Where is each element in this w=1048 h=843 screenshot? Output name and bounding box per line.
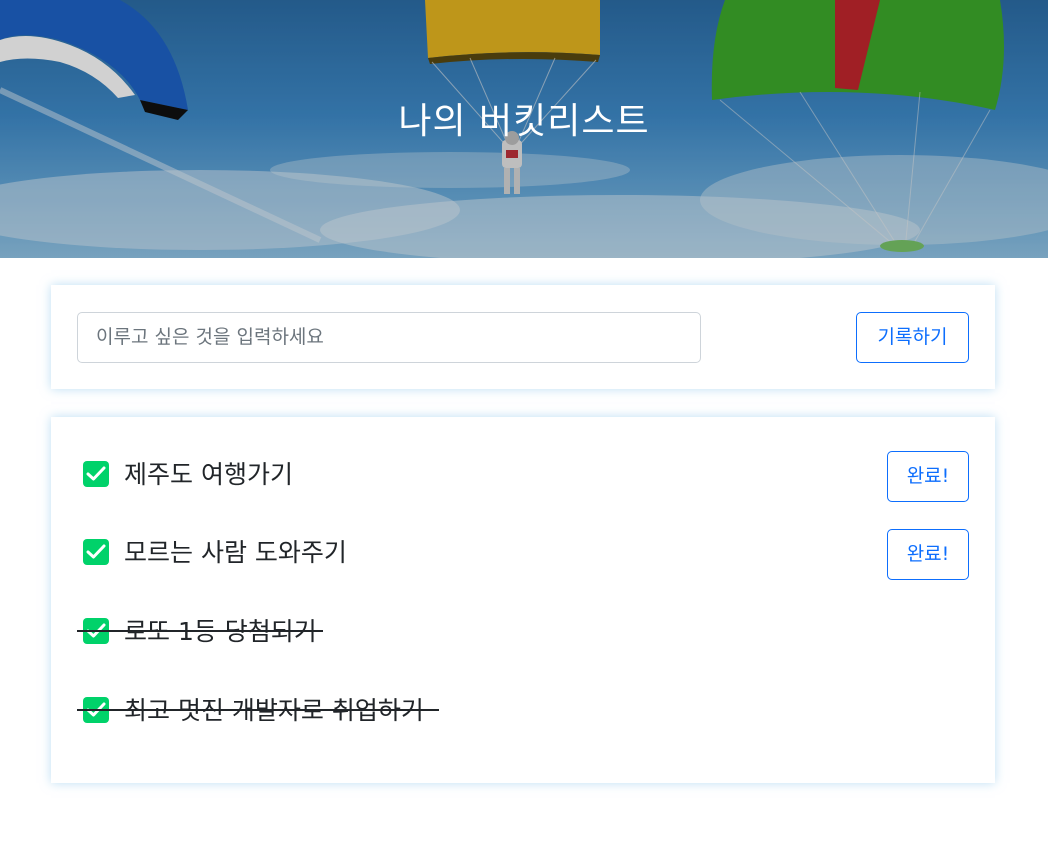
check-icon xyxy=(83,461,109,487)
list-item-text: 제주도 여행가기 xyxy=(124,460,293,489)
list-item-done: 로또 1등 당첨되기 xyxy=(77,611,381,651)
list-item-text: 모르는 사람 도와주기 xyxy=(124,538,347,567)
done-button[interactable]: 완료! xyxy=(887,529,969,580)
done-button[interactable]: 완료! xyxy=(887,451,969,502)
header-banner: 나의 버킷리스트 xyxy=(0,0,1048,258)
strikethrough-line xyxy=(77,630,323,632)
bucket-list-card: 제주도 여행가기 완료! 모르는 사람 도와주기 완료! 로또 1등 당첨되기 … xyxy=(51,417,995,783)
page-title: 나의 버킷리스트 xyxy=(398,101,650,142)
bucket-input[interactable]: 이루고 싶은 것을 입력하세요 xyxy=(77,312,701,363)
list-item-done: 최고 멋진 개발자로 취업하기 xyxy=(77,690,481,730)
input-card: 이루고 싶은 것을 입력하세요 기록하기 xyxy=(51,285,995,389)
list-item: 모르는 사람 도와주기 xyxy=(81,532,981,572)
check-icon xyxy=(83,539,109,565)
record-button[interactable]: 기록하기 xyxy=(856,312,969,363)
strikethrough-line xyxy=(77,709,439,711)
list-item: 제주도 여행가기 xyxy=(81,454,981,494)
